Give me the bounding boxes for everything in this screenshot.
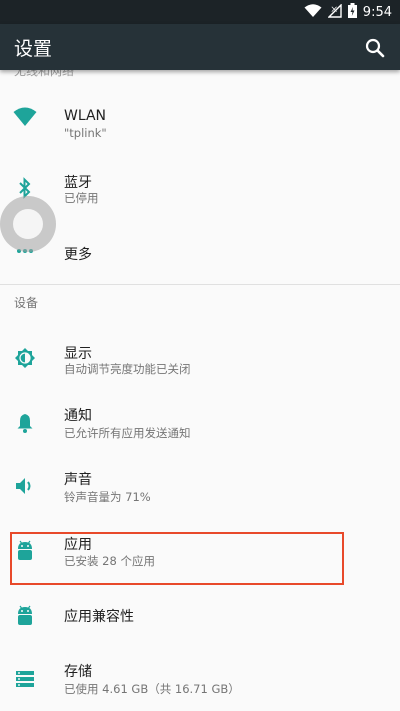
settings-item-title: 应用兼容性 bbox=[64, 609, 134, 625]
battery-icon bbox=[347, 2, 357, 22]
settings-item-subtitle: 铃声音量为 71% bbox=[64, 490, 151, 504]
status-icons: 9:54 bbox=[304, 0, 392, 24]
brightness-icon bbox=[12, 345, 38, 371]
volume-icon bbox=[12, 473, 38, 499]
search-button[interactable] bbox=[362, 35, 388, 61]
settings-item-subtitle: 已停用 bbox=[64, 191, 99, 205]
wifi-status-icon bbox=[304, 3, 322, 22]
status-time: 9:54 bbox=[362, 4, 392, 20]
settings-item-subtitle: "tplink" bbox=[64, 126, 107, 140]
wifi-icon bbox=[12, 104, 38, 130]
storage-icon bbox=[12, 666, 38, 692]
status-bar: 9:54 bbox=[0, 0, 400, 24]
settings-item-display[interactable]: 显示 自动调节亮度功能已关闭 bbox=[0, 326, 400, 390]
settings-item-bluetooth[interactable]: 蓝牙 已停用 bbox=[0, 148, 400, 212]
settings-item-title: 声音 bbox=[64, 472, 92, 488]
bell-icon bbox=[12, 410, 38, 436]
settings-item-wlan[interactable]: WLAN "tplink" bbox=[0, 84, 400, 148]
signal-icon bbox=[327, 2, 342, 22]
android-icon bbox=[12, 603, 38, 629]
app-bar: 设置 bbox=[0, 24, 400, 70]
settings-item-title: WLAN bbox=[64, 108, 107, 124]
settings-item-title: 通知 bbox=[64, 408, 92, 424]
page-title: 设置 bbox=[14, 38, 53, 60]
touch-indicator-center bbox=[13, 209, 43, 239]
search-icon bbox=[362, 38, 388, 65]
settings-item-subtitle: 自动调节亮度功能已关闭 bbox=[64, 362, 191, 376]
settings-item-title: 更多 bbox=[64, 247, 92, 263]
touch-indicator bbox=[0, 196, 56, 252]
settings-item-subtitle: 已允许所有应用发送通知 bbox=[64, 426, 191, 440]
settings-item-sound[interactable]: 声音 铃声音量为 71% bbox=[0, 454, 400, 518]
settings-item-app-compat[interactable]: 应用兼容性 bbox=[0, 584, 400, 648]
highlight-box bbox=[10, 532, 344, 585]
settings-item-title: 蓝牙 bbox=[64, 175, 92, 191]
section-header-device: 设备 bbox=[14, 296, 39, 310]
settings-item-storage[interactable]: 存储 已使用 4.61 GB（共 16.71 GB） bbox=[0, 646, 400, 710]
settings-item-title: 显示 bbox=[64, 346, 92, 362]
settings-item-more[interactable]: 更多 bbox=[0, 220, 400, 284]
settings-item-title: 存储 bbox=[64, 664, 92, 680]
divider bbox=[0, 284, 400, 285]
settings-item-subtitle: 已使用 4.61 GB（共 16.71 GB） bbox=[64, 682, 240, 696]
settings-item-notifications[interactable]: 通知 已允许所有应用发送通知 bbox=[0, 390, 400, 454]
